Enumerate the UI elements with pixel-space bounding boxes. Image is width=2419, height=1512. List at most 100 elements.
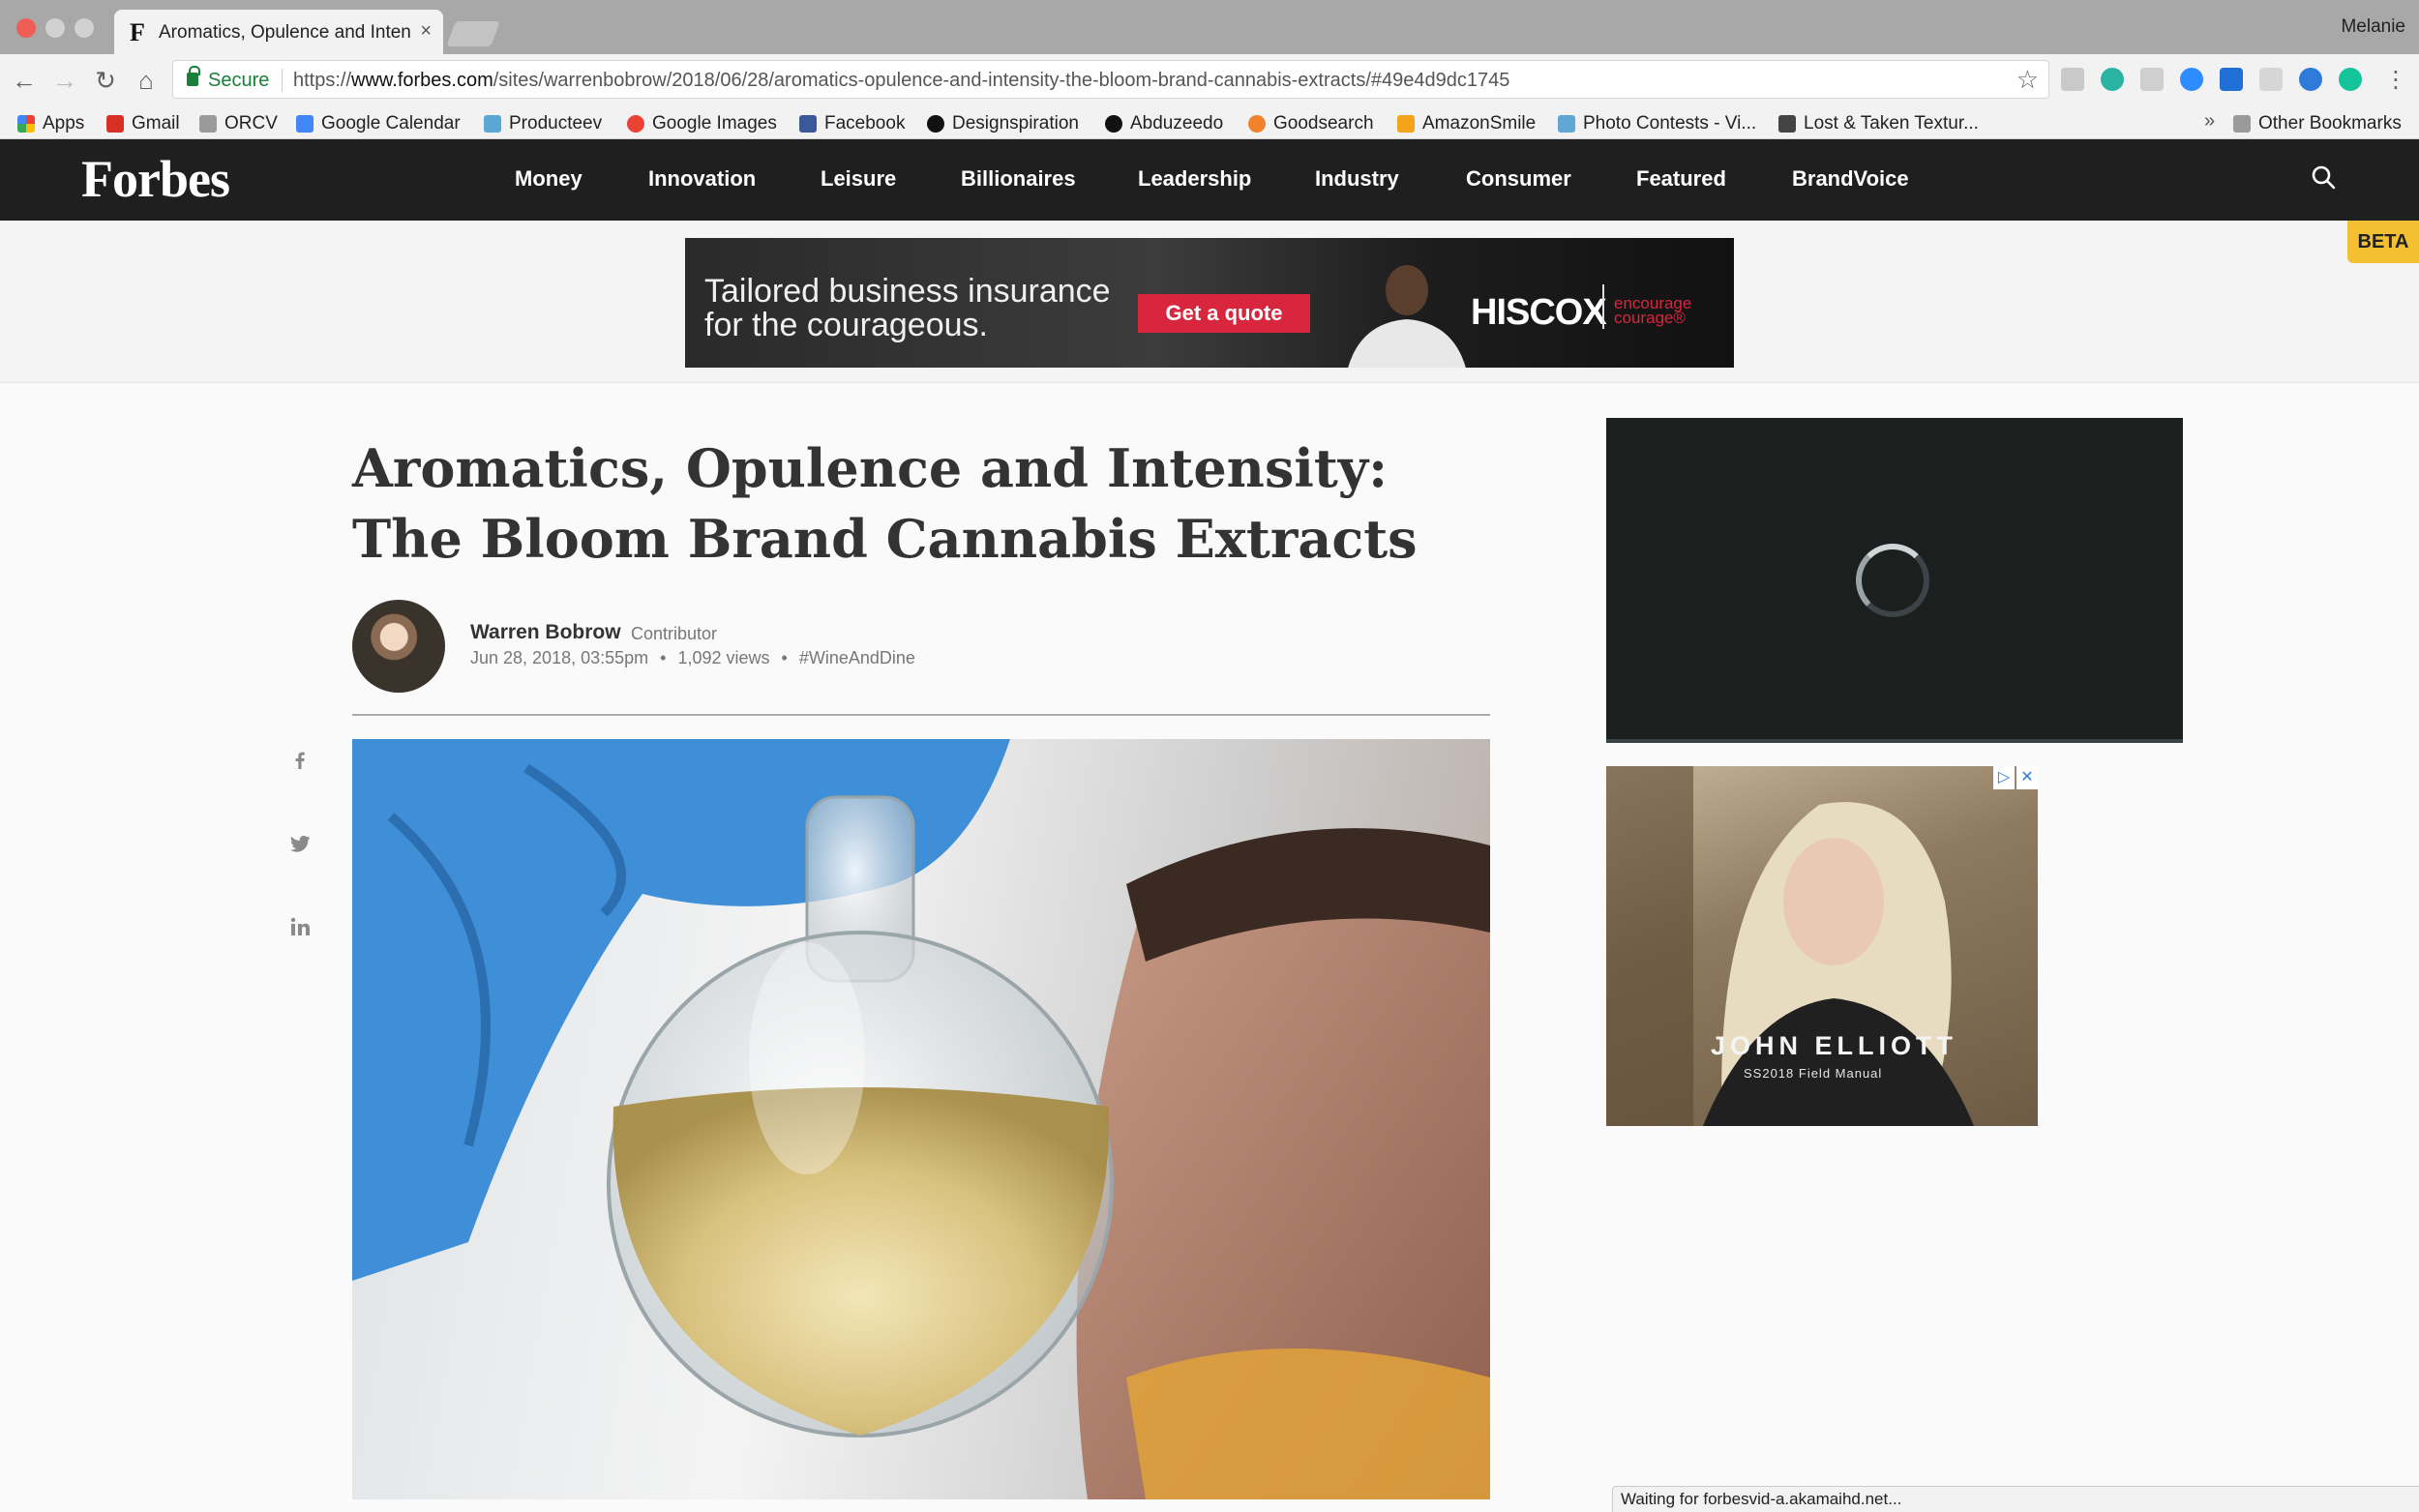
extension-facebook-icon[interactable] [2220, 68, 2243, 91]
omnibox-divider [282, 69, 283, 92]
heart-icon [1248, 115, 1266, 133]
producteev-icon [484, 115, 501, 133]
maximize-window-button[interactable] [75, 18, 94, 38]
article-headline: Aromatics, Opulence and Intensity: The B… [352, 437, 1418, 570]
author-role: Contributor [631, 624, 718, 643]
view-count: 1,092 views [677, 648, 770, 667]
profile-name[interactable]: Melanie [2341, 16, 2405, 38]
url-text[interactable]: https://www.forbes.com/sites/warrenbobro… [293, 70, 1509, 92]
status-bar: Waiting for forbesvid-a.akamaihd.net... [1612, 1486, 2419, 1512]
forward-arrow-icon[interactable]: → [48, 64, 81, 97]
bookmark-apps[interactable]: Apps [17, 112, 84, 135]
bookmark-label: Gmail [132, 113, 180, 133]
hiscox-ad-banner[interactable]: Tailored business insurance for the cour… [685, 238, 1734, 368]
bookmark-amazonsmile[interactable]: AmazonSmile [1397, 112, 1536, 135]
author-avatar[interactable] [352, 600, 445, 693]
video-player[interactable] [1606, 418, 2183, 743]
search-icon[interactable] [2311, 164, 2336, 190]
bookmark-abduzeedo[interactable]: Abduzeedo [1105, 112, 1223, 135]
bookmark-google-calendar[interactable]: Google Calendar [296, 112, 461, 135]
bookmark-producteev[interactable]: Producteev [484, 112, 602, 135]
designspiration-icon [927, 115, 944, 133]
amazon-icon [1397, 115, 1415, 133]
meta-separator: • [781, 648, 788, 667]
extension-grey-icon[interactable] [2259, 68, 2283, 91]
john-elliott-ad[interactable]: ▷ ✕ JOHN ELLIOTT SS2018 Field Manual [1606, 766, 2038, 1126]
article-tag[interactable]: #WineAndDine [799, 648, 915, 667]
home-icon[interactable]: ⌂ [130, 64, 163, 97]
bookmark-label: Goodsearch [1273, 113, 1374, 133]
forbes-logo[interactable]: Forbes [81, 149, 230, 209]
bookmark-label: Abduzeedo [1130, 113, 1224, 133]
ad-sub: SS2018 Field Manual [1744, 1066, 1883, 1081]
bookmark-label: Facebook [824, 113, 906, 133]
folder-icon [2233, 115, 2251, 133]
abduzeedo-icon [1105, 115, 1122, 133]
bookmark-star-icon[interactable]: ☆ [2016, 65, 2039, 95]
author-name[interactable]: Warren Bobrow [470, 621, 621, 644]
bookmark-orcv[interactable]: ORCV [199, 112, 278, 135]
other-bookmarks-label: Other Bookmarks [2258, 113, 2402, 133]
bookmark-facebook[interactable]: Facebook [799, 112, 905, 135]
folder-icon [199, 115, 217, 133]
apps-grid-icon [17, 115, 35, 133]
nav-consumer[interactable]: Consumer [1466, 166, 1571, 192]
linkedin-share-icon[interactable] [288, 915, 312, 938]
other-bookmarks[interactable]: Other Bookmarks [2233, 112, 2402, 135]
bookmarks-overflow-icon[interactable]: » [2204, 110, 2215, 133]
ad-choices[interactable]: ▷ ✕ [1993, 766, 2038, 789]
bookmark-google-images[interactable]: Google Images [627, 112, 777, 135]
bookmark-goodsearch[interactable]: Goodsearch [1248, 112, 1374, 135]
nav-brandvoice[interactable]: BrandVoice [1792, 166, 1909, 192]
nav-leisure[interactable]: Leisure [821, 166, 896, 192]
extension-translate-icon[interactable] [2061, 68, 2084, 91]
nav-innovation[interactable]: Innovation [648, 166, 756, 192]
browser-menu-icon[interactable]: ⋮ [2384, 66, 2407, 94]
nav-billionaires[interactable]: Billionaires [961, 166, 1076, 192]
new-tab-button[interactable] [446, 21, 500, 46]
close-window-button[interactable] [16, 18, 36, 38]
extension-compass-icon[interactable] [2299, 68, 2322, 91]
reload-icon[interactable]: ↻ [89, 64, 122, 97]
extension-dropbox-icon[interactable] [2140, 68, 2164, 91]
secure-label: Secure [208, 70, 270, 91]
ad-close-icon[interactable]: ✕ [2016, 766, 2038, 789]
browser-tab-active[interactable]: F Aromatics, Opulence and Intensity: The… [114, 10, 443, 54]
back-arrow-icon[interactable]: ← [8, 64, 41, 97]
bookmark-label: Designspiration [952, 113, 1079, 133]
banner-tagline: encourage courage® [1614, 294, 1692, 327]
beta-badge[interactable]: BETA [2347, 221, 2419, 263]
facebook-icon [799, 115, 817, 133]
address-bar[interactable]: Secure https://www.forbes.com/sites/warr… [172, 60, 2049, 99]
bookmark-label: Google Images [652, 113, 777, 133]
get-a-quote-button[interactable]: Get a quote [1138, 294, 1310, 333]
bookmark-label: Lost & Taken Textur... [1804, 113, 1979, 133]
facebook-share-icon[interactable] [288, 749, 312, 772]
meta-separator: • [660, 648, 667, 667]
twitter-share-icon[interactable] [288, 832, 312, 855]
article-hero-image [352, 739, 1490, 1499]
ad-brand: JOHN ELLIOTT [1711, 1031, 1957, 1060]
minimize-window-button[interactable] [45, 18, 65, 38]
google-icon [627, 115, 644, 133]
nav-industry[interactable]: Industry [1315, 166, 1399, 192]
bookmarks-bar: Apps Gmail ORCV Google Calendar Producte… [0, 106, 2419, 139]
nav-featured[interactable]: Featured [1636, 166, 1726, 192]
viewbug-icon [1558, 115, 1575, 133]
nav-leadership[interactable]: Leadership [1138, 166, 1251, 192]
bookmark-photo-contests[interactable]: Photo Contests - Vi... [1558, 112, 1756, 135]
bookmark-gmail[interactable]: Gmail [106, 112, 180, 135]
extension-grammarly-icon[interactable] [2339, 68, 2362, 91]
extension-teal-icon[interactable] [2101, 68, 2124, 91]
nav-money[interactable]: Money [515, 166, 582, 192]
lock-icon [187, 66, 200, 86]
browser-titlebar: F Aromatics, Opulence and Intensity: The… [0, 0, 2419, 54]
extension-zoom-icon[interactable] [2180, 68, 2203, 91]
adchoices-icon[interactable]: ▷ [1993, 766, 2015, 789]
bookmark-lost-and-taken[interactable]: Lost & Taken Textur... [1778, 112, 1979, 135]
bookmark-designspiration[interactable]: Designspiration [927, 112, 1079, 135]
publish-date: Jun 28, 2018, 03:55pm [470, 648, 649, 667]
tab-close-icon[interactable]: × [420, 20, 432, 43]
url-scheme: https:// [293, 70, 352, 91]
hero-photo [352, 739, 1490, 1499]
